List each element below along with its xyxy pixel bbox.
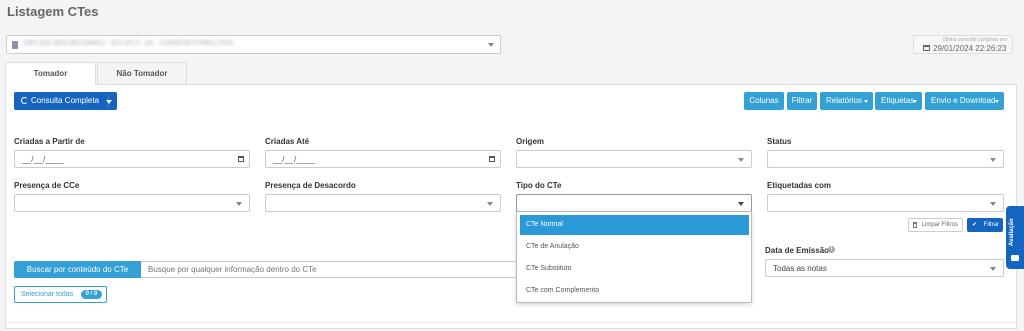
etiquetadas-com-select[interactable] (767, 194, 1004, 212)
chevron-down-icon (236, 202, 242, 206)
consulta-completa-button[interactable]: Consulta Completa (14, 92, 117, 110)
dropdown-option[interactable]: CTe Substituto (520, 259, 749, 279)
tipo-cte-dropdown: CTe Normal CTe de Anulação CTe Substitut… (516, 211, 752, 303)
presenca-cce-select[interactable] (14, 194, 250, 212)
colunas-label: Colunas (749, 96, 779, 105)
criadas-ate-date-input[interactable]: __/__/____ (265, 150, 501, 168)
building-icon (12, 41, 18, 49)
envio-download-label: Envio e Download (931, 96, 996, 105)
tipo-cte-label: Tipo do CTe (516, 181, 562, 190)
tab-tomador[interactable]: Tomador (5, 62, 96, 85)
chevron-down-icon (913, 100, 917, 103)
count-badge: 0 / 0 (81, 290, 102, 299)
data-emissao-value: Todas as notas (773, 264, 827, 273)
origem-select[interactable] (516, 150, 752, 168)
relatorios-button[interactable]: Relatórios (820, 92, 873, 110)
last-query-datetime: 29/01/2024 22:26:23 (933, 44, 1007, 53)
criadas-ate-label: Criadas Até (265, 137, 310, 146)
origem-label: Origem (516, 137, 545, 146)
calendar-icon (923, 45, 930, 51)
trash-icon (913, 222, 917, 228)
date-placeholder: __/__/____ (22, 155, 65, 164)
search-input[interactable] (141, 261, 517, 278)
page-title: Listagem CTes (7, 4, 99, 19)
envio-download-button[interactable]: Envio e Download (925, 92, 1004, 110)
calendar-icon[interactable] (489, 156, 495, 162)
etiquetadas-com-label: Etiquetadas com (767, 181, 832, 190)
etiquetas-label: Etiquetas (881, 96, 915, 105)
presenca-desacordo-select[interactable] (265, 194, 501, 212)
last-query-info: Última consulta completa em: 29/01/2024 … (913, 35, 1013, 54)
feedback-tab[interactable]: Avaliação (1006, 206, 1024, 269)
select-all-label: Selecionar todas (21, 291, 74, 298)
chevron-down-icon (488, 43, 494, 47)
chevron-down-icon[interactable] (106, 100, 112, 104)
data-emissao-label: Data de Emissão (765, 246, 830, 255)
criadas-partir-label: Criadas a Partir de (14, 137, 85, 146)
filtrar-label: Filtrar (791, 96, 813, 105)
colunas-button[interactable]: Colunas (744, 92, 784, 110)
divider (6, 322, 1016, 323)
last-query-label: Última consulta completa em: (942, 37, 1008, 43)
chevron-down-icon (738, 202, 744, 206)
select-all-button[interactable]: Selecionar todas 0 / 0 (14, 286, 107, 303)
etiquetas-button[interactable]: Etiquetas (875, 92, 922, 110)
chat-icon (1011, 255, 1019, 261)
status-label: Status (767, 137, 792, 146)
chevron-down-icon (738, 158, 744, 162)
tab-nao-tomador[interactable]: Não Tomador (97, 62, 187, 84)
consulta-completa-label: Consulta Completa (31, 96, 100, 105)
data-emissao-select[interactable]: Todas as notas (765, 259, 1004, 277)
relatorios-label: Relatórios (826, 96, 863, 105)
dropdown-option[interactable]: CTe de Anulação (520, 237, 749, 257)
company-select-value: (SP) (DO BOLDECOMAV) - ECI (F) C. (A) - … (23, 40, 234, 47)
chevron-down-icon (990, 267, 996, 271)
refresh-icon (21, 97, 28, 104)
chevron-down-icon (864, 100, 868, 103)
dropdown-option[interactable]: CTe Normal (520, 215, 749, 235)
dropdown-option[interactable]: CTe com Complemento (520, 281, 749, 301)
calendar-icon[interactable] (238, 156, 244, 162)
limpar-filtros-label: Limpar Filtros (921, 222, 958, 228)
filtrar-toolbar-button[interactable]: Filtrar (787, 92, 817, 110)
chevron-down-icon (990, 158, 996, 162)
criadas-partir-date-input[interactable]: __/__/____ (14, 150, 250, 168)
filtrar-button-label: Filtrar (983, 222, 999, 228)
tipo-cte-select[interactable] (516, 194, 752, 212)
chevron-down-icon (990, 202, 996, 206)
buscar-conteudo-button[interactable]: Buscar por conteúdo do CTe (14, 261, 141, 278)
info-icon: i (828, 246, 835, 253)
presenca-cce-label: Presença de CCe (14, 181, 80, 190)
status-select[interactable] (767, 150, 1004, 168)
presenca-desacordo-label: Presença de Desacordo (265, 181, 356, 190)
feedback-label: Avaliação (1009, 218, 1015, 246)
check-icon: ✔ (972, 222, 978, 228)
company-select[interactable]: (SP) (DO BOLDECOMAV) - ECI (F) C. (A) - … (6, 35, 501, 54)
limpar-filtros-button[interactable]: Limpar Filtros (908, 218, 963, 232)
chevron-down-icon (487, 202, 493, 206)
date-placeholder: __/__/____ (273, 155, 316, 164)
filtrar-button[interactable]: ✔ Filtrar (967, 218, 1003, 232)
chevron-down-icon (995, 100, 999, 103)
